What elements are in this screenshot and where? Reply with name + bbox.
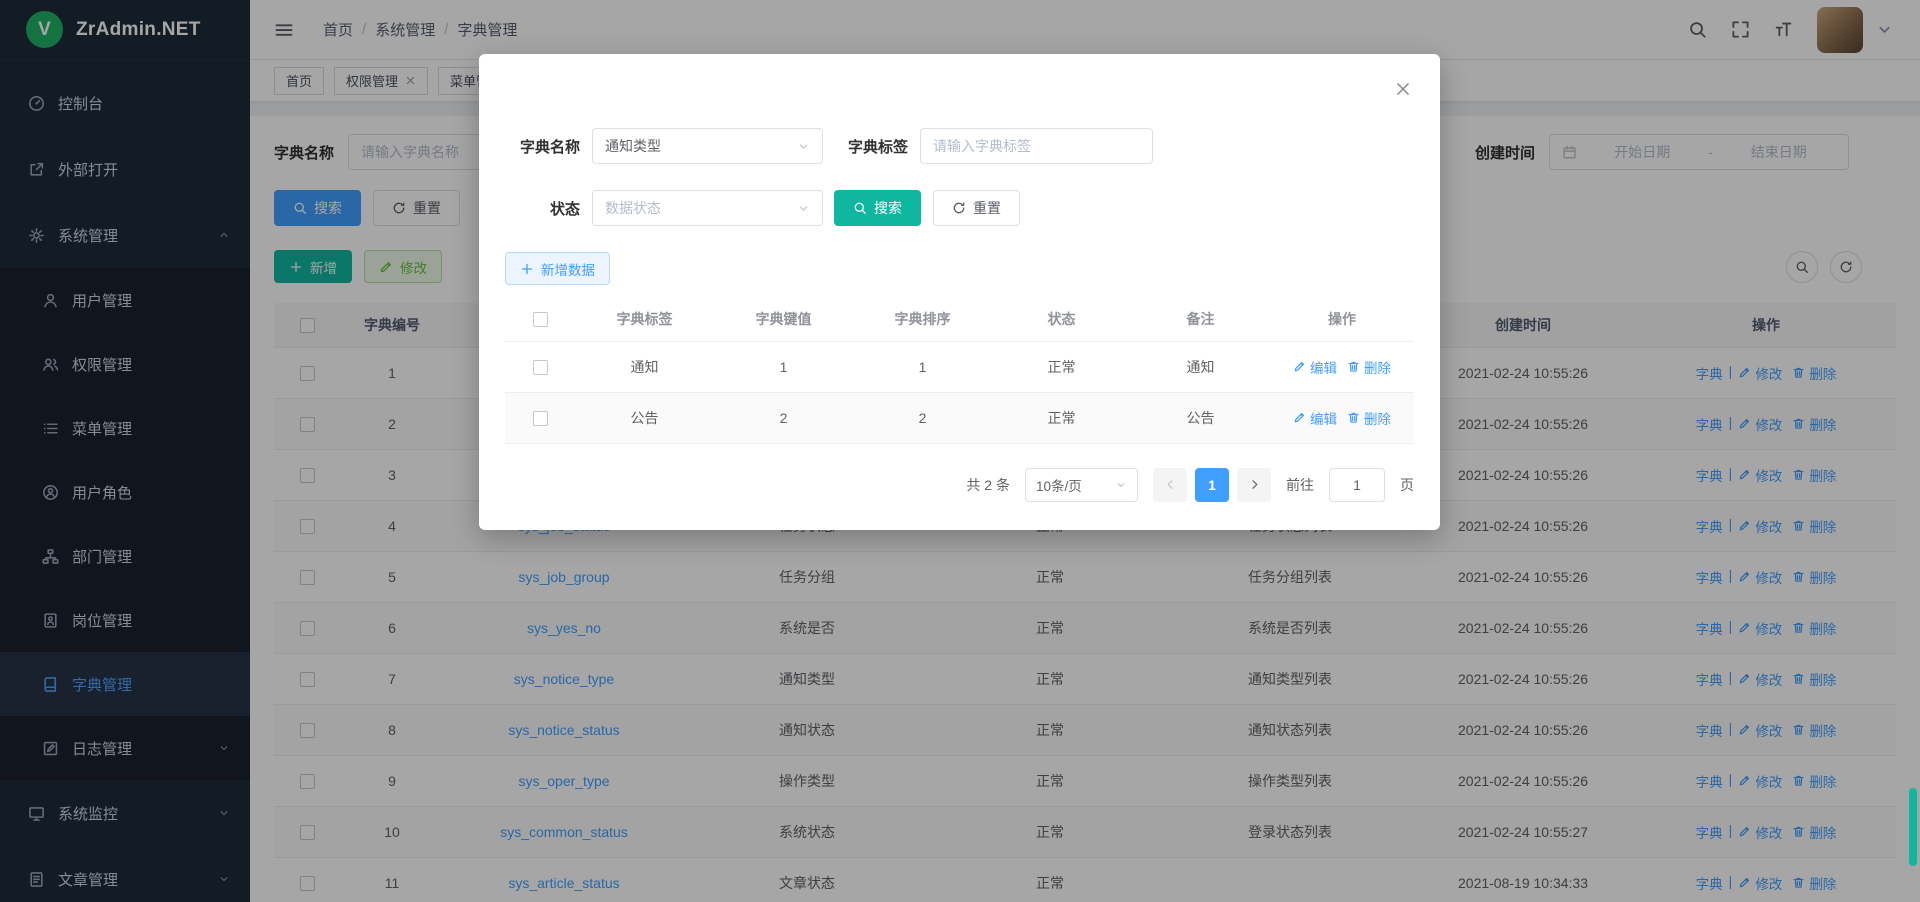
cell-status: 正常 (992, 392, 1131, 443)
column-header: 字典键值 (714, 297, 853, 341)
trash-icon (1347, 360, 1360, 373)
dialog-select-all-checkbox[interactable] (533, 312, 548, 327)
dialog-table-row: 公告 2 2 正常 公告 编辑删除 (505, 392, 1414, 443)
chevron-down-icon (797, 202, 810, 215)
status-select[interactable]: 数据状态 (592, 190, 823, 226)
row-delete-link[interactable]: 删除 (1347, 408, 1391, 428)
cell-status: 正常 (992, 341, 1131, 392)
dialog-close-icon[interactable] (1394, 80, 1412, 98)
arrow-left-icon (1164, 478, 1177, 491)
refresh-icon (952, 201, 966, 215)
dialog-filter-row-1: 字典名称 通知类型 字典标签 (505, 128, 1414, 164)
trash-icon (1347, 411, 1360, 424)
chevron-down-icon (1115, 479, 1127, 491)
dialog-search-button[interactable]: 搜索 (834, 190, 921, 226)
dialog-dict-name-label: 字典名称 (505, 136, 580, 157)
row-checkbox[interactable] (533, 360, 548, 375)
dialog-dict-label-label: 字典标签 (823, 136, 908, 157)
cell-remark: 公告 (1131, 392, 1270, 443)
pagination-total: 共 2 条 (966, 475, 1010, 495)
search-icon (853, 201, 867, 215)
column-header: 字典标签 (575, 297, 714, 341)
column-header: 操作 (1270, 297, 1414, 341)
page-unit-label: 页 (1400, 475, 1414, 495)
page-size-select[interactable]: 10条/页 (1025, 468, 1138, 502)
cell-dict-value: 1 (714, 341, 853, 392)
dialog-filter-row-2: 状态 数据状态 搜索 重置 (505, 190, 1414, 226)
next-page-button[interactable] (1237, 468, 1271, 502)
column-header: 备注 (1131, 297, 1270, 341)
cell-dict-label: 通知 (575, 341, 714, 392)
dialog-table-row: 通知 1 1 正常 通知 编辑删除 (505, 341, 1414, 392)
add-dict-data-button[interactable]: 新增数据 (505, 252, 610, 285)
prev-page-button[interactable] (1153, 468, 1187, 502)
dict-name-select[interactable]: 通知类型 (592, 128, 823, 164)
edit-icon (1293, 411, 1306, 424)
dict-data-dialog: 字典名称 通知类型 字典标签 状态 数据状态 搜索 重置 新增数据 (479, 54, 1440, 530)
edit-icon (1293, 360, 1306, 373)
dialog-status-label: 状态 (505, 198, 580, 219)
cell-dict-label: 公告 (575, 392, 714, 443)
cell-dict-sort: 2 (853, 392, 992, 443)
row-checkbox[interactable] (533, 411, 548, 426)
cell-dict-value: 2 (714, 392, 853, 443)
column-header: 状态 (992, 297, 1131, 341)
cell-dict-sort: 1 (853, 341, 992, 392)
plus-icon (520, 262, 534, 276)
dict-label-input[interactable] (920, 128, 1153, 164)
dict-data-table: 字典标签 字典键值 字典排序 状态 备注 操作 通知 1 1 正常 通知 编 (505, 297, 1414, 444)
row-edit-link[interactable]: 编辑 (1293, 357, 1337, 377)
goto-page-input[interactable] (1329, 468, 1385, 502)
pagination: 共 2 条 10条/页 1 前往 页 (505, 468, 1414, 502)
column-header: 字典排序 (853, 297, 992, 341)
scrollbar-thumb[interactable] (1909, 788, 1917, 866)
row-delete-link[interactable]: 删除 (1347, 357, 1391, 377)
row-edit-link[interactable]: 编辑 (1293, 408, 1337, 428)
chevron-down-icon (797, 140, 810, 153)
arrow-right-icon (1248, 478, 1261, 491)
dialog-table-header-row: 字典标签 字典键值 字典排序 状态 备注 操作 (505, 297, 1414, 341)
cell-remark: 通知 (1131, 341, 1270, 392)
goto-label: 前往 (1286, 475, 1314, 495)
page-number-button[interactable]: 1 (1195, 468, 1229, 502)
dialog-reset-button[interactable]: 重置 (933, 190, 1020, 226)
